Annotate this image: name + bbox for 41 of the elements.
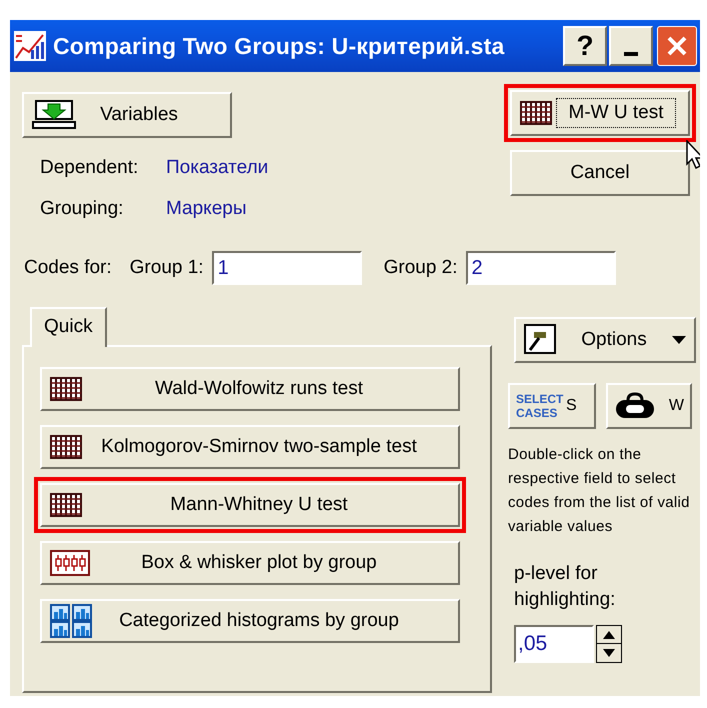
table-icon [520,101,552,125]
weight-icon [614,392,656,420]
box-plot-icon [50,550,90,576]
weight-button[interactable]: W [606,383,692,429]
group-code-field[interactable]: 2 [466,251,616,285]
p-level-label: p-level for highlighting: [514,562,616,612]
test-button[interactable]: Mann-Whitney U test [40,483,460,527]
test-button[interactable]: Categorized histograms by group [40,599,460,643]
hammer-icon [524,324,556,356]
hint-text: Double-click on the respective field to select codes from the list of valid variable values [508,445,690,537]
table-icon [50,377,82,401]
tab[interactable]: Quick [30,307,107,347]
chart-icon [13,30,47,62]
dialog-button[interactable]: M-W U test [510,90,690,136]
variables-icon [32,100,76,130]
p-level-field[interactable]: ,05 [514,625,594,663]
test-button[interactable]: Box & whisker plot by group [40,541,460,585]
variable-role-label: Dependent: [40,156,140,180]
close-icon [665,34,689,58]
group-code-field[interactable]: 1 [212,251,362,285]
group-label: Group 1: [130,256,204,280]
test-button[interactable]: Wald-Wolfowitz runs test [40,367,460,411]
variable-name: Маркеры [166,196,246,220]
options-button[interactable]: Options [514,317,696,363]
codes-label: Codes for: [24,256,112,280]
group-label: Group 2: [384,256,458,280]
test-button[interactable]: Kolmogorov-Smirnov two-sample test [40,425,460,469]
table-icon [50,493,82,517]
table-icon [50,435,82,459]
pointer-icon [686,140,700,170]
spin-buttons[interactable] [596,625,622,663]
minimize-button[interactable] [609,26,653,66]
window-title: Comparing Two Groups: U-критерий.sta [53,32,506,61]
histograms-icon [50,604,92,638]
close-button[interactable] [657,26,697,66]
variable-name: Показатели [166,156,268,180]
variables-button[interactable]: Variables [22,92,232,138]
dropdown-arrow-icon [672,336,686,344]
dialog-button[interactable]: Cancel [510,150,690,196]
variable-role-label: Grouping: [40,196,124,220]
help-button[interactable]: ? [563,26,607,66]
